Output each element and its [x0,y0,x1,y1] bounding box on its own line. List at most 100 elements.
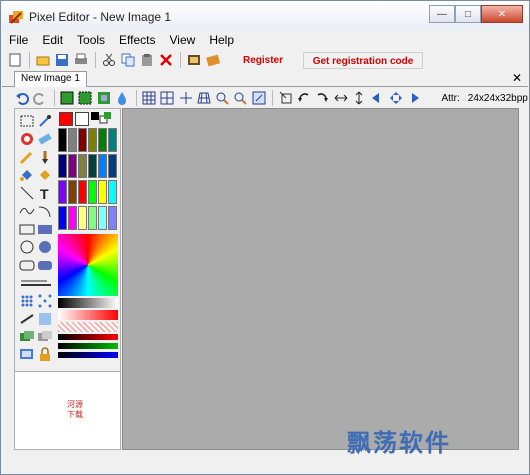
crosshair-icon[interactable] [177,89,194,107]
drop-icon[interactable] [113,89,130,107]
paste-icon[interactable] [138,51,156,69]
palette-color[interactable] [58,180,67,204]
palette-color[interactable] [98,206,107,230]
cut-icon[interactable] [100,51,118,69]
move-all-icon[interactable] [387,89,404,107]
rotate-right-icon[interactable] [314,89,331,107]
secondary-color-swatch[interactable] [75,112,89,126]
palette-color[interactable] [88,128,97,152]
palette-color[interactable] [98,180,107,204]
book-icon[interactable] [204,51,222,69]
magic-wand-icon[interactable] [19,131,35,147]
minimize-button[interactable]: — [429,5,455,23]
filled-rectangle-icon[interactable] [37,221,53,237]
flip-horizontal-icon[interactable] [332,89,349,107]
film-icon[interactable] [185,51,203,69]
lock-icon[interactable] [37,347,53,363]
perspective-grid-icon[interactable] [195,89,212,107]
line-width-icon[interactable] [19,275,53,291]
palette-color[interactable] [68,206,77,230]
pixel-grid-icon[interactable] [159,89,176,107]
curve-tool-icon[interactable] [19,203,35,219]
flip-vertical-icon[interactable] [350,89,367,107]
select-all-icon[interactable] [58,89,75,107]
filled-rounded-rect-icon[interactable] [37,257,53,273]
primary-color-swatch[interactable] [59,112,73,126]
print-icon[interactable] [72,51,90,69]
rect-select-icon[interactable] [19,113,35,129]
palette-color[interactable] [98,154,107,178]
gradient-fill-icon[interactable] [37,167,53,183]
menu-tools[interactable]: Tools [70,33,112,47]
shading-icon[interactable] [37,311,53,327]
zoom-out-icon[interactable] [232,89,249,107]
palette-color[interactable] [68,128,77,152]
palette-color[interactable] [68,180,77,204]
palette-color[interactable] [58,128,67,152]
eraser-icon[interactable] [37,131,53,147]
palette-color[interactable] [108,154,117,178]
move-left-icon[interactable] [369,89,386,107]
rounded-rect-icon[interactable] [19,257,35,273]
grid-icon[interactable] [141,89,158,107]
close-window-button[interactable]: ✕ [481,5,523,23]
swap-colors-icon[interactable] [91,112,115,126]
spectrum-picker[interactable] [58,234,118,296]
delete-icon[interactable] [157,51,175,69]
layer-copy-icon[interactable] [37,329,53,345]
menu-view[interactable]: View [163,33,203,47]
tab-new-image-1[interactable]: New Image 1 [14,71,87,87]
resize-icon[interactable] [277,89,294,107]
screen-capture-icon[interactable] [19,347,35,363]
palette-color[interactable] [108,128,117,152]
pencil-icon[interactable] [19,149,35,165]
open-folder-icon[interactable] [34,51,52,69]
ellipse-tool-icon[interactable] [19,239,35,255]
green-slider[interactable] [58,343,118,349]
redo-icon[interactable] [31,89,48,107]
rectangle-tool-icon[interactable] [19,221,35,237]
brush-icon[interactable] [37,149,53,165]
palette-color[interactable] [88,206,97,230]
blue-slider[interactable] [58,352,118,358]
layer-icon[interactable] [19,329,35,345]
palette-color[interactable] [58,154,67,178]
palette-color[interactable] [78,206,87,230]
fill-selection-icon[interactable] [95,89,112,107]
undo-icon[interactable] [13,89,30,107]
close-tab-icon[interactable]: ✕ [512,71,522,85]
palette-color[interactable] [78,128,87,152]
red-hatched-ramp[interactable] [58,322,118,332]
arc-tool-icon[interactable] [37,203,53,219]
copy-icon[interactable] [119,51,137,69]
pattern-dots-icon[interactable] [19,293,35,309]
palette-color[interactable] [58,206,67,230]
palette-color[interactable] [98,128,107,152]
filled-ellipse-icon[interactable] [37,239,53,255]
maximize-button[interactable]: □ [455,5,481,23]
eyedropper-icon[interactable] [37,113,53,129]
palette-color[interactable] [108,180,117,204]
menu-edit[interactable]: Edit [35,33,70,47]
get-registration-code-button[interactable]: Get registration code [303,51,423,69]
red-slider[interactable] [58,334,118,340]
zoom-actual-icon[interactable] [250,89,267,107]
register-button[interactable]: Register [231,53,295,68]
grayscale-ramp[interactable] [58,298,118,308]
rotate-left-icon[interactable] [296,89,313,107]
palette-color[interactable] [78,154,87,178]
red-ramp[interactable] [58,310,118,320]
palette-color[interactable] [88,154,97,178]
fill-bucket-icon[interactable] [19,167,35,183]
image-canvas[interactable] [122,108,519,450]
menu-help[interactable]: Help [202,33,241,47]
palette-color[interactable] [108,206,117,230]
move-right-icon[interactable] [405,89,422,107]
menu-file[interactable]: File [2,33,35,47]
text-tool-icon[interactable]: T [37,185,53,201]
line-tool-icon[interactable] [19,185,35,201]
palette-color[interactable] [88,180,97,204]
zoom-in-icon[interactable] [214,89,231,107]
menu-effects[interactable]: Effects [112,33,162,47]
stroke-style-icon[interactable] [19,311,35,327]
